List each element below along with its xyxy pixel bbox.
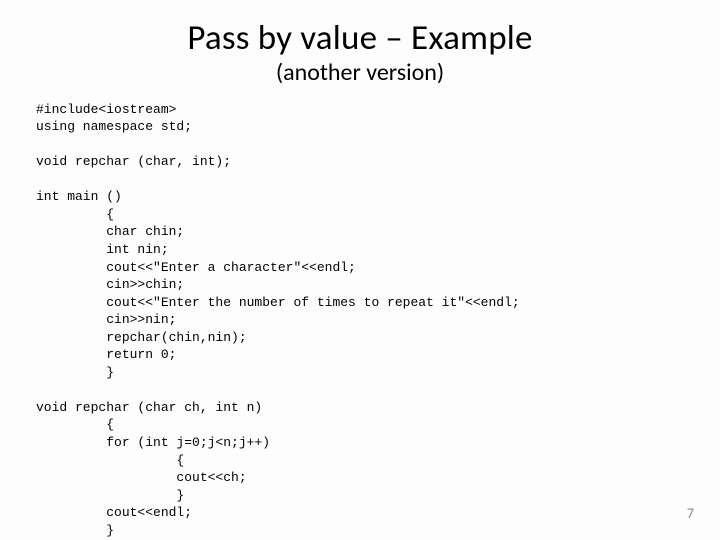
slide: Pass by value – Example (another version… (0, 0, 720, 540)
page-number: 7 (687, 505, 694, 522)
slide-title: Pass by value – Example (36, 18, 684, 58)
code-block: #include<iostream> using namespace std; … (36, 101, 684, 540)
slide-subtitle: (another version) (36, 60, 684, 86)
